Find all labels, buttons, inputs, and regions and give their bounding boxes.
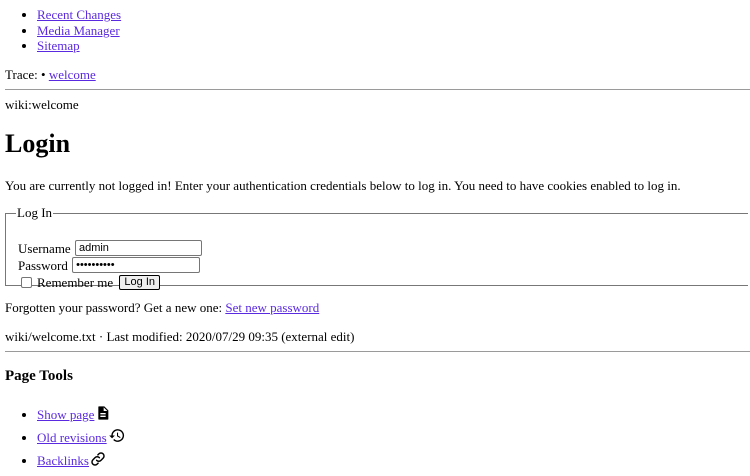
- password-row: Password: [18, 257, 201, 274]
- tool-item-show-page: Show page: [37, 400, 126, 423]
- site-nav: Recent Changes Media Manager Sitemap: [0, 7, 121, 54]
- doc-info: wiki/welcome.txt · Last modified: 2020/0…: [5, 329, 355, 344]
- password-label: Password: [18, 258, 68, 273]
- username-row: Username: [18, 240, 202, 257]
- breadcrumb-separator: •: [41, 67, 46, 82]
- document-icon[interactable]: [95, 405, 111, 421]
- remember-me-label: Remember me: [37, 275, 114, 290]
- tool-item-backlinks: Backlinks: [37, 446, 126, 469]
- breadcrumb: Trace: • welcome: [5, 67, 96, 82]
- remember-me-checkbox[interactable]: [21, 277, 32, 288]
- divider: [5, 351, 750, 352]
- password-input[interactable]: [72, 257, 201, 273]
- username-label: Username: [18, 241, 71, 256]
- history-icon[interactable]: [108, 427, 126, 444]
- tool-item-old-revisions: Old revisions: [37, 423, 126, 446]
- login-button[interactable]: Log In: [119, 275, 161, 290]
- media-manager-link[interactable]: Media Manager: [37, 23, 120, 38]
- backlinks-link[interactable]: Backlinks: [37, 453, 89, 468]
- nav-item-media-manager: Media Manager: [37, 23, 121, 39]
- login-form-legend: Log In: [17, 205, 53, 220]
- nav-item-sitemap: Sitemap: [37, 38, 121, 54]
- divider: [5, 89, 750, 90]
- nav-item-recent-changes: Recent Changes: [37, 7, 121, 23]
- remember-row: Remember me Log In: [18, 274, 161, 291]
- sitemap-link[interactable]: Sitemap: [37, 38, 80, 53]
- page-title: Login: [5, 129, 71, 158]
- recent-changes-link[interactable]: Recent Changes: [37, 7, 121, 22]
- breadcrumb-welcome-link[interactable]: welcome: [49, 67, 96, 82]
- page-tools-title: Page Tools: [5, 368, 73, 384]
- page-tools-list: Show page Old revisions Backlinks: [0, 400, 126, 469]
- username-input[interactable]: [74, 240, 202, 256]
- old-revisions-link[interactable]: Old revisions: [37, 430, 107, 445]
- forgot-password: Forgotten your password? Get a new one: …: [5, 300, 319, 315]
- forgot-password-text: Forgotten your password? Get a new one:: [5, 300, 223, 315]
- breadcrumb-prefix: Trace:: [5, 67, 38, 82]
- link-icon[interactable]: [90, 451, 106, 467]
- show-page-link[interactable]: Show page: [37, 407, 94, 422]
- set-new-password-link[interactable]: Set new password: [225, 300, 319, 315]
- login-form: Log In Username Password Remember me Log…: [5, 205, 748, 290]
- page-id: wiki:welcome: [5, 97, 79, 112]
- login-intro-text: You are currently not logged in! Enter y…: [5, 178, 681, 193]
